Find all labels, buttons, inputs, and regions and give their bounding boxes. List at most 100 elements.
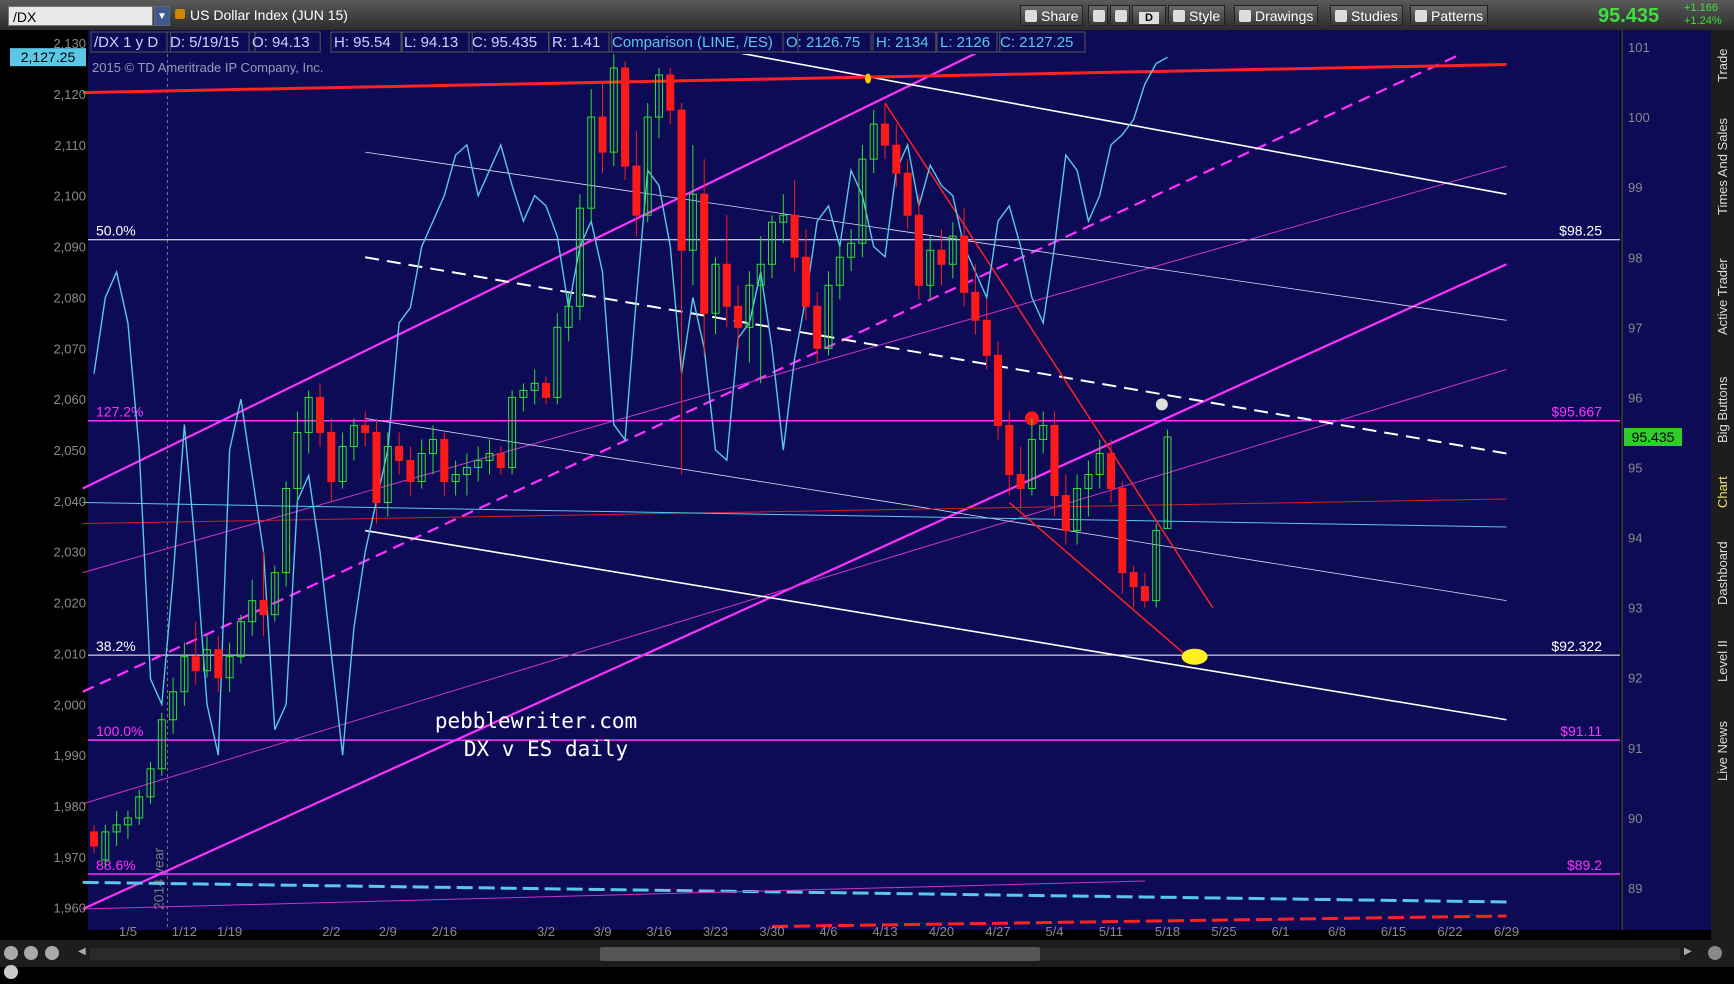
price-badge-label: 95.435 bbox=[1632, 429, 1675, 445]
x-tick-1: 1/12 bbox=[172, 924, 197, 939]
candle-body-21 bbox=[327, 431, 336, 483]
fib-price-3: $91.11 bbox=[1560, 723, 1602, 739]
watermark-line-1: pebblewriter.com bbox=[435, 709, 637, 733]
header-field-0: /DX 1 y D bbox=[94, 34, 158, 51]
zoom-out-icon[interactable] bbox=[44, 946, 59, 960]
right-tick-11: 100 bbox=[1628, 110, 1650, 125]
candle-body-51 bbox=[666, 74, 675, 111]
sidebar-tab-active-trader[interactable]: Active Trader bbox=[1712, 239, 1733, 354]
pencil-icon bbox=[1115, 10, 1127, 22]
drawings-label: Drawings bbox=[1255, 8, 1314, 24]
candle-body-62 bbox=[790, 214, 799, 258]
zoom-fit-icon[interactable] bbox=[4, 946, 18, 960]
studies-icon bbox=[1335, 10, 1347, 22]
left-tick-5: 2,010 bbox=[53, 646, 86, 661]
sidebar-tab-live-news[interactable]: Live News bbox=[1712, 704, 1733, 799]
candle-body-27 bbox=[395, 445, 404, 461]
reset-icon[interactable] bbox=[4, 965, 18, 979]
header-field-9: H: 2134 bbox=[876, 34, 929, 51]
x-tick-4: 2/9 bbox=[379, 924, 397, 939]
x-tick-7: 3/9 bbox=[593, 924, 611, 939]
copyright-text: 2015 © TD Ameritrade IP Company, Inc. bbox=[92, 60, 323, 75]
candle-body-71 bbox=[892, 144, 901, 174]
x-tick-18: 5/25 bbox=[1211, 924, 1236, 939]
sidebar-tab-level-ii[interactable]: Level II bbox=[1712, 626, 1733, 696]
left-tick-2: 1,980 bbox=[53, 799, 86, 814]
x-tick-20: 6/8 bbox=[1328, 924, 1346, 939]
left-tick-16: 2,120 bbox=[53, 87, 86, 102]
left-tick-15: 2,110 bbox=[54, 138, 86, 153]
year-marker-label: 2014 year bbox=[150, 847, 166, 910]
candle-body-25 bbox=[372, 431, 381, 504]
fib-price-0: $98.25 bbox=[1559, 223, 1602, 239]
pencil-icon-button[interactable] bbox=[1110, 5, 1130, 26]
header-field-11: C: 2127.25 bbox=[1000, 34, 1073, 51]
candle-body-52 bbox=[677, 109, 686, 251]
right-tick-2: 91 bbox=[1628, 741, 1642, 756]
scroll-left-arrow[interactable]: ◀ bbox=[78, 946, 86, 957]
header-field-7: Comparison (LINE, /ES) bbox=[612, 34, 773, 51]
candle-body-72 bbox=[903, 172, 912, 216]
x-tick-3: 2/2 bbox=[322, 924, 340, 939]
sidebar-tab-dashboard[interactable]: Dashboard bbox=[1712, 528, 1733, 618]
sidebar-tab-chart[interactable]: Chart bbox=[1712, 465, 1733, 520]
style-icon bbox=[1173, 10, 1185, 22]
price-chart[interactable]: 2014 year 50.0% $98.25127.2% $95.66738.2% $… bbox=[0, 30, 1711, 940]
symbol-dropdown-button[interactable]: ▼ bbox=[154, 6, 170, 26]
sidebar-tab-big-buttons[interactable]: Big Buttons bbox=[1712, 362, 1733, 457]
left-tick-1: 1,970 bbox=[53, 850, 86, 865]
candle-body-56 bbox=[722, 263, 731, 307]
left-tick-14: 2,100 bbox=[53, 189, 86, 204]
symbol-input[interactable]: /DX bbox=[8, 6, 153, 26]
time-frame-button[interactable]: D bbox=[1132, 5, 1166, 26]
sidebar-tab-trade[interactable]: Trade bbox=[1712, 38, 1733, 93]
drawings-icon bbox=[1239, 10, 1251, 22]
tools-icon bbox=[1093, 10, 1105, 22]
left-tick-12: 2,080 bbox=[53, 290, 86, 305]
sidebar-tab-times-and-sales[interactable]: Times And Sales bbox=[1712, 101, 1733, 231]
instrument-name: US Dollar Index (JUN 15) bbox=[190, 7, 348, 23]
left-current-label: 2,127.25 bbox=[21, 49, 76, 65]
style-button[interactable]: Style bbox=[1168, 5, 1226, 26]
left-tick-10: 2,060 bbox=[53, 392, 86, 407]
x-tick-9: 3/23 bbox=[703, 924, 728, 939]
instrument-info-icon[interactable] bbox=[175, 9, 185, 19]
studies-button[interactable]: Studies bbox=[1330, 5, 1403, 26]
drawings-button[interactable]: Drawings bbox=[1234, 5, 1319, 26]
candle-body-77 bbox=[960, 235, 969, 293]
x-tick-16: 5/11 bbox=[1099, 924, 1123, 939]
scroll-right-arrow[interactable]: ▶ bbox=[1684, 946, 1692, 957]
watermark-line-2: DX v ES daily bbox=[464, 737, 628, 761]
zoom-controls[interactable] bbox=[4, 946, 74, 979]
patterns-icon bbox=[1415, 10, 1427, 22]
share-label: Share bbox=[1041, 8, 1079, 24]
scroll-thumb[interactable] bbox=[600, 947, 1040, 961]
patterns-button[interactable]: Patterns bbox=[1410, 5, 1489, 26]
left-tick-0: 1,960 bbox=[53, 901, 86, 916]
candle-body-70 bbox=[881, 123, 889, 146]
candle-body-64 bbox=[813, 305, 822, 349]
candle-body-93 bbox=[1140, 586, 1149, 602]
x-tick-12: 4/13 bbox=[872, 924, 897, 939]
change-percent: +1.24% bbox=[1684, 15, 1722, 27]
x-tick-21: 6/15 bbox=[1381, 924, 1406, 939]
share-button[interactable]: Share bbox=[1020, 5, 1084, 26]
left-tick-9: 2,050 bbox=[53, 443, 86, 458]
x-tick-17: 5/18 bbox=[1155, 924, 1180, 939]
right-tick-5: 94 bbox=[1628, 531, 1642, 546]
studies-label: Studies bbox=[1351, 8, 1398, 24]
change-absolute: +1.166 bbox=[1684, 2, 1718, 14]
chart-settings-icon[interactable] bbox=[1708, 946, 1722, 960]
zoom-in-icon[interactable] bbox=[24, 946, 39, 960]
candle-body-80 bbox=[994, 354, 1002, 426]
left-tick-8: 2,040 bbox=[53, 494, 86, 509]
right-tick-12: 101 bbox=[1628, 40, 1650, 55]
chart-background bbox=[88, 30, 1620, 930]
x-tick-0: 1/5 bbox=[119, 924, 137, 939]
left-tick-6: 2,020 bbox=[53, 596, 86, 611]
header-field-5: C: 95.435 bbox=[472, 34, 537, 51]
candle-body-15 bbox=[259, 600, 268, 616]
candle-body-75 bbox=[937, 249, 946, 265]
candle-body-79 bbox=[982, 319, 991, 356]
tools-icon-button[interactable] bbox=[1088, 5, 1108, 26]
